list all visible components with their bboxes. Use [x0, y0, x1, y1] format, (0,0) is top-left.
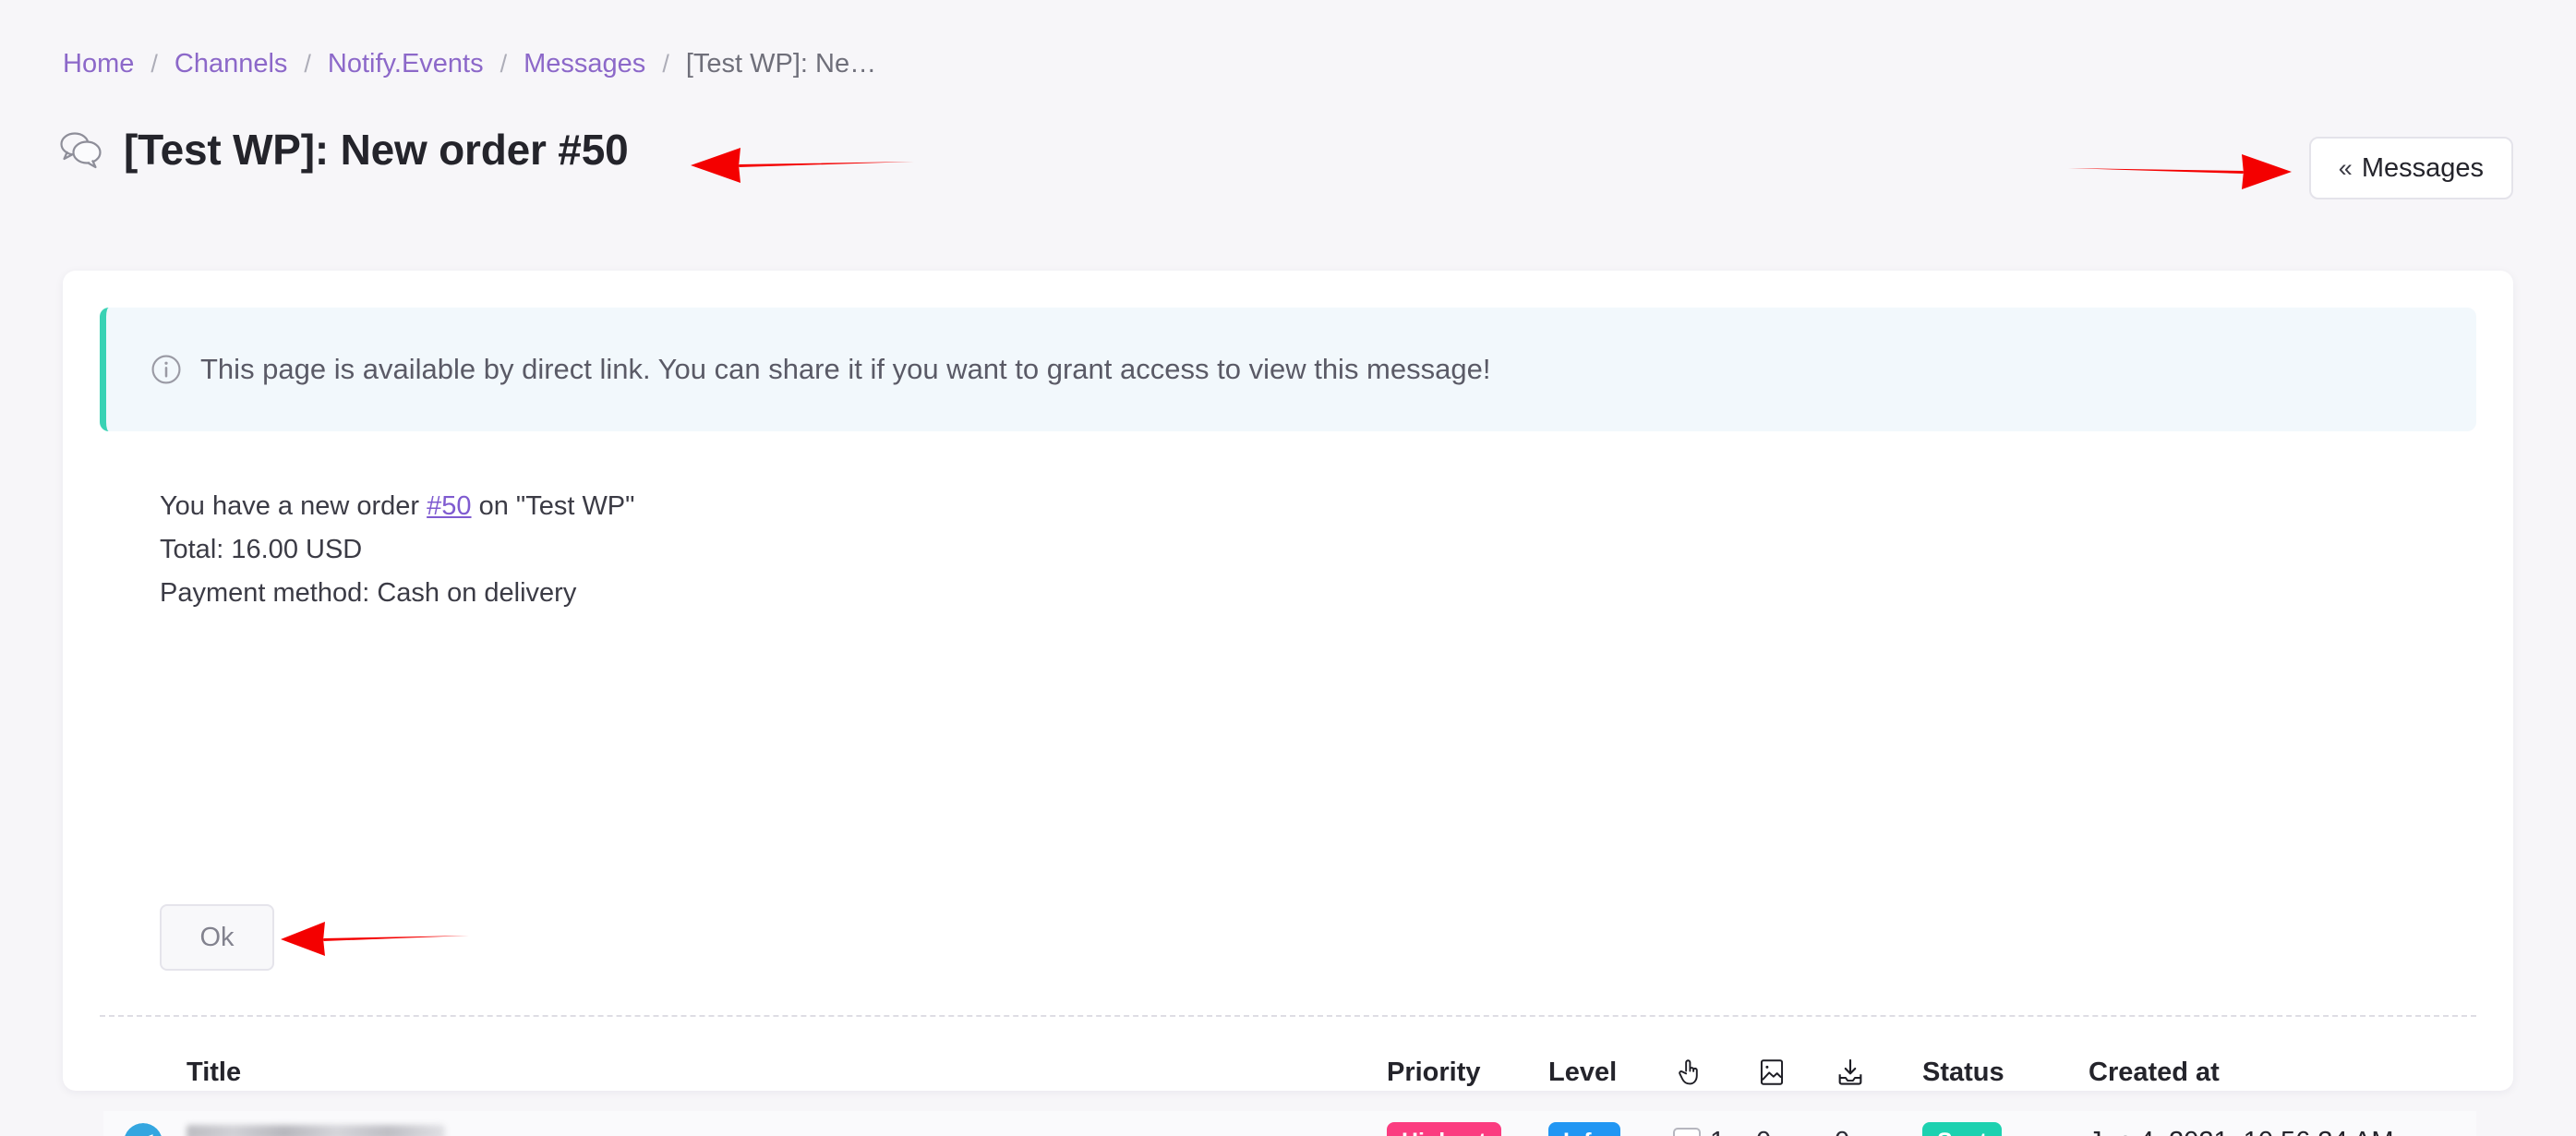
- speech-bubbles-icon: [60, 132, 102, 169]
- message-line1-before: You have a new order: [160, 491, 427, 521]
- annotation-arrow-to-title: [691, 148, 914, 183]
- column-header-clicks: [1673, 1057, 1756, 1088]
- status-badge: Sent: [1922, 1121, 2003, 1136]
- ok-button[interactable]: Ok: [160, 904, 274, 971]
- column-header-status: Status: [1922, 1057, 2004, 1087]
- message-body-line-1: You have a new order #50 on "Test WP": [160, 485, 634, 528]
- column-header-title: Title: [187, 1057, 242, 1087]
- table-row[interactable]: Highest Info 1 0 0 Sent Jun 4, 2021, 10:…: [103, 1111, 2476, 1136]
- message-card: This page is available by direct link. Y…: [63, 271, 2513, 1136]
- telegram-icon: [125, 1122, 162, 1136]
- read-checkbox[interactable]: [1673, 1127, 1701, 1136]
- breadcrumb-separator: /: [304, 50, 311, 78]
- column-header-level: Level: [1548, 1057, 1618, 1087]
- redacted-title-text: [187, 1124, 1387, 1136]
- priority-badge: Highest: [1387, 1121, 1501, 1136]
- breadcrumb-item-notify-events[interactable]: Notify.Events: [328, 51, 484, 78]
- row-downloads-cell: 0: [1835, 1127, 1922, 1136]
- page-header: [Test WP]: New order #50: [59, 125, 629, 175]
- column-header-images: [1756, 1057, 1835, 1088]
- breadcrumb: Home / Channels / Notify.Events / Messag…: [63, 51, 876, 78]
- breadcrumb-separator: /: [662, 50, 669, 78]
- column-header-downloads: [1835, 1057, 1922, 1088]
- row-images-cell: 0: [1756, 1127, 1835, 1136]
- annotation-arrow-to-ok-button: [281, 922, 469, 956]
- table-header-row: Title Priority Level Status Created at: [103, 1033, 2476, 1111]
- pointing-hand-icon: [1679, 1059, 1698, 1085]
- row-status-cell: Sent: [1922, 1121, 2088, 1136]
- row-created-at-cell: Jun 4, 2021, 10:56:34 AM: [2088, 1127, 2476, 1136]
- page-title: [Test WP]: New order #50: [124, 126, 629, 174]
- page-root: Home / Channels / Notify.Events / Messag…: [0, 0, 2576, 1136]
- breadcrumb-separator: /: [500, 50, 508, 78]
- message-body: You have a new order #50 on "Test WP" To…: [160, 485, 634, 615]
- message-body-line-3: Payment method: Cash on delivery: [160, 577, 577, 608]
- row-level-cell: Info: [1548, 1121, 1673, 1136]
- section-divider: [100, 1015, 2476, 1017]
- row-priority-cell: Highest: [1387, 1121, 1548, 1136]
- clicks-count: 1: [1710, 1127, 1725, 1136]
- image-icon: [1760, 1059, 1784, 1085]
- deliveries-table: Title Priority Level Status Created at: [103, 1033, 2476, 1136]
- back-to-messages-label: Messages: [2361, 152, 2484, 183]
- annotation-arrow-to-messages-button: [2068, 154, 2292, 189]
- row-title-cell: [103, 1122, 1387, 1136]
- message-line1-after: on "Test WP": [471, 491, 635, 521]
- breadcrumb-item-home[interactable]: Home: [63, 51, 134, 78]
- message-body-line-2: Total: 16.00 USD: [160, 534, 363, 564]
- row-clicks-cell: 1: [1673, 1127, 1756, 1136]
- level-badge: Info: [1548, 1121, 1620, 1136]
- info-alert-text: This page is available by direct link. Y…: [200, 353, 1491, 385]
- column-header-priority: Priority: [1387, 1057, 1481, 1087]
- column-header-created-at: Created at: [2088, 1057, 2220, 1087]
- info-circle-icon: [151, 355, 181, 384]
- breadcrumb-item-channels[interactable]: Channels: [175, 51, 288, 78]
- breadcrumb-item-messages[interactable]: Messages: [524, 51, 645, 78]
- breadcrumb-item-current: [Test WP]: Ne…: [685, 49, 877, 79]
- order-number-link[interactable]: #50: [427, 491, 471, 521]
- info-alert: This page is available by direct link. Y…: [100, 308, 2476, 431]
- double-chevron-left-icon: «: [2338, 153, 2353, 182]
- back-to-messages-button[interactable]: « Messages: [2308, 137, 2513, 199]
- download-inbox-icon: [1838, 1058, 1862, 1085]
- breadcrumb-separator: /: [150, 50, 158, 78]
